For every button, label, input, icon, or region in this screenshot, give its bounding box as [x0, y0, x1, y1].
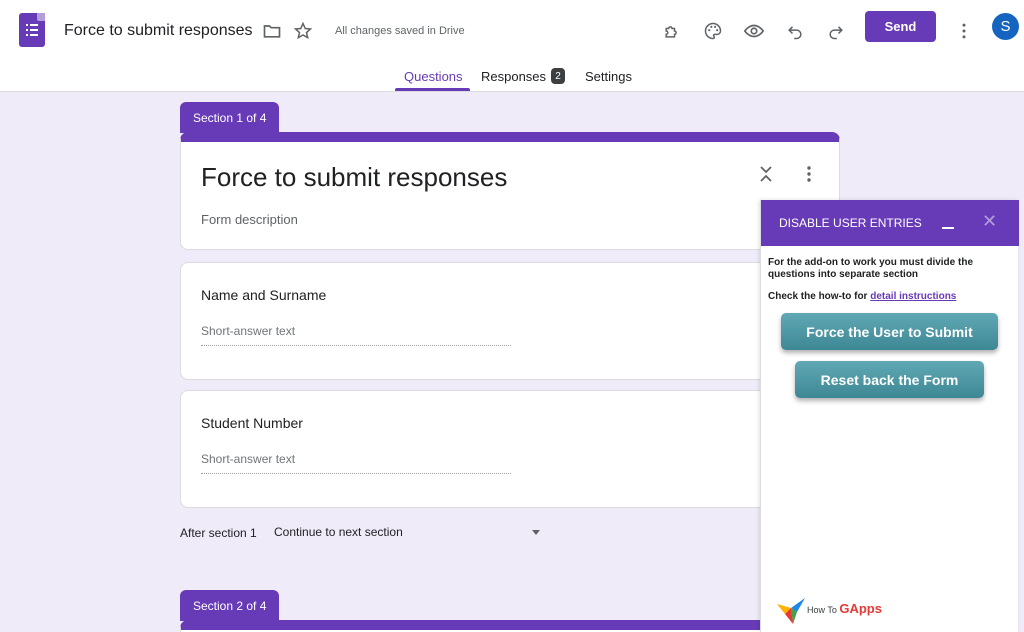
close-icon[interactable]: ✕: [982, 211, 997, 231]
app-header: Force to submit responses All changes sa…: [0, 0, 1024, 92]
active-tab-indicator: [395, 88, 470, 91]
after-section-label: After section 1: [180, 526, 257, 540]
reset-form-button[interactable]: Reset back the Form: [795, 361, 984, 398]
form-description[interactable]: Form description: [201, 212, 298, 227]
collapse-section-icon[interactable]: [759, 164, 773, 189]
tab-responses[interactable]: Responses: [481, 69, 546, 84]
howtogapps-logo: How To GApps: [775, 596, 885, 626]
addon-title: DISABLE USER ENTRIES: [779, 216, 922, 230]
section-2-label: Section 2 of 4: [180, 590, 280, 621]
star-icon[interactable]: [292, 20, 314, 42]
dropdown-caret-icon: [532, 530, 540, 535]
form-title-card[interactable]: Force to submit responses Form descripti…: [180, 132, 840, 250]
bird-logo-icon: [777, 598, 805, 624]
palette-icon[interactable]: [702, 20, 724, 42]
minimize-icon[interactable]: [942, 227, 954, 229]
howto-prefix: Check the how-to for: [768, 291, 871, 302]
section-1-label: Section 1 of 4: [180, 102, 280, 133]
brand-name: How To GApps: [807, 601, 882, 616]
responses-count-badge: 2: [551, 68, 565, 84]
addon-puzzle-icon[interactable]: [661, 20, 683, 42]
after-section-value: Continue to next section: [274, 525, 403, 539]
tab-settings[interactable]: Settings: [585, 69, 632, 84]
avatar[interactable]: S: [992, 13, 1019, 40]
save-status: All changes saved in Drive: [335, 25, 465, 37]
question-card-name[interactable]: Name and Surname Short-answer text: [180, 262, 840, 380]
undo-icon[interactable]: [784, 20, 806, 42]
short-answer-field: Short-answer text: [201, 452, 511, 474]
preview-eye-icon[interactable]: [743, 20, 765, 42]
section-2-card[interactable]: [180, 620, 840, 632]
detail-instructions-link[interactable]: detail instructions: [870, 291, 956, 302]
after-section-dropdown[interactable]: Continue to next section: [274, 525, 544, 539]
forms-logo-icon[interactable]: [19, 13, 45, 47]
short-answer-field: Short-answer text: [201, 324, 511, 346]
tab-questions[interactable]: Questions: [404, 69, 463, 84]
folder-icon[interactable]: [261, 20, 283, 42]
question-title[interactable]: Name and Surname: [201, 287, 326, 303]
addon-panel: DISABLE USER ENTRIES ✕ For the add-on to…: [760, 200, 1019, 632]
form-title[interactable]: Force to submit responses: [201, 162, 507, 193]
redo-icon[interactable]: [825, 20, 847, 42]
addon-header: DISABLE USER ENTRIES ✕: [761, 200, 1019, 246]
addon-howto: Check the how-to for detail instructions: [768, 291, 1008, 303]
question-title[interactable]: Student Number: [201, 415, 303, 431]
section-more-icon[interactable]: [801, 164, 817, 189]
send-button[interactable]: Send: [865, 11, 936, 42]
document-title[interactable]: Force to submit responses: [64, 22, 253, 40]
force-submit-button[interactable]: Force the User to Submit: [781, 313, 998, 350]
question-card-student-number[interactable]: Student Number Short-answer text: [180, 390, 840, 508]
more-vert-icon[interactable]: [953, 20, 975, 42]
addon-instructions: For the add-on to work you must divide t…: [768, 257, 974, 280]
